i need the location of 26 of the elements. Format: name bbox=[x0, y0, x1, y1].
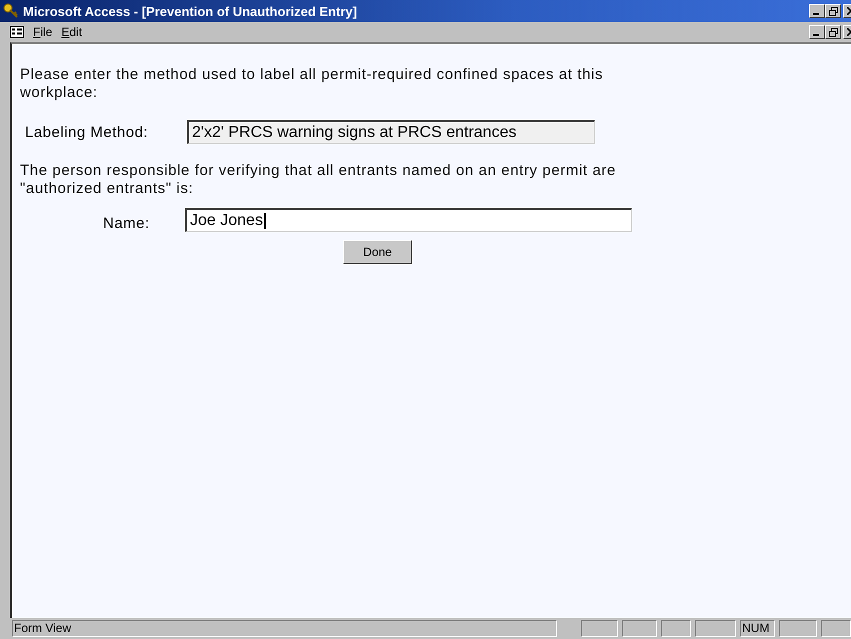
field-label: Name: bbox=[103, 214, 151, 232]
status-panel bbox=[695, 620, 736, 637]
field-label: Labeling Method: bbox=[25, 124, 150, 140]
status-panel bbox=[622, 620, 658, 637]
prompt-text: The person responsible for verifying that all entrants named on an entry permit are "authorized entrants" is: bbox=[20, 162, 617, 198]
restore-icon bbox=[828, 6, 838, 16]
num-lock-indicator: NUM bbox=[740, 620, 776, 637]
restore-button[interactable] bbox=[825, 4, 841, 18]
minimize-button[interactable] bbox=[809, 25, 825, 39]
restore-button[interactable] bbox=[825, 25, 841, 39]
minimize-button[interactable] bbox=[809, 4, 825, 18]
text-field[interactable]: Joe Jones bbox=[185, 208, 632, 232]
restore-icon bbox=[828, 28, 838, 36]
text-field[interactable]: 2'x2' PRCS warning signs at PRCS entrances bbox=[187, 120, 595, 144]
status-panel bbox=[661, 620, 692, 637]
form-icon bbox=[10, 26, 24, 38]
key-icon bbox=[3, 3, 19, 19]
status-panel bbox=[821, 620, 851, 637]
status-panel bbox=[581, 620, 618, 637]
menu-item[interactable]: Edit bbox=[61, 25, 82, 39]
status-panel bbox=[779, 620, 818, 637]
done-button[interactable]: Done bbox=[343, 240, 412, 264]
status-text: Form View bbox=[12, 620, 558, 637]
menu-item[interactable]: File bbox=[33, 25, 52, 39]
window-title: Microsoft Access - [Prevention of Unauthorized Entry] bbox=[23, 4, 357, 18]
prompt-text: Please enter the method used to label all permit-required confined spaces at this workplace: bbox=[20, 66, 604, 102]
